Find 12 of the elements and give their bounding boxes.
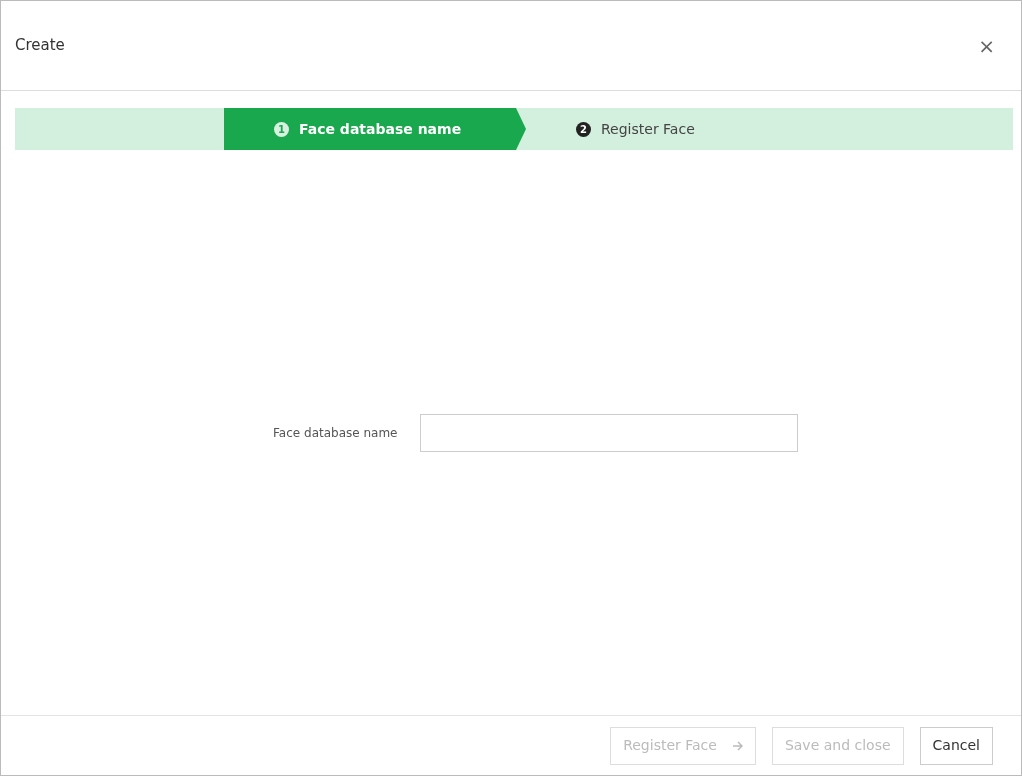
step-number: 1 <box>274 121 289 137</box>
field-label: Face database name <box>272 424 399 442</box>
dialog-button[interactable]: Cancel <box>919 726 993 765</box>
input-field[interactable] <box>419 413 798 452</box>
step-label: Face database name <box>299 119 462 139</box>
close-button[interactable]: × <box>974 30 999 61</box>
dialog-title: Create <box>15 35 65 57</box>
step-number: 2 <box>576 121 591 137</box>
arrow-right-icon <box>732 740 743 751</box>
step-label: Register Face <box>601 119 695 139</box>
step-tab[interactable]: 1 Face database name <box>224 108 526 150</box>
step-tab[interactable]: 2 Register Face <box>526 108 735 150</box>
